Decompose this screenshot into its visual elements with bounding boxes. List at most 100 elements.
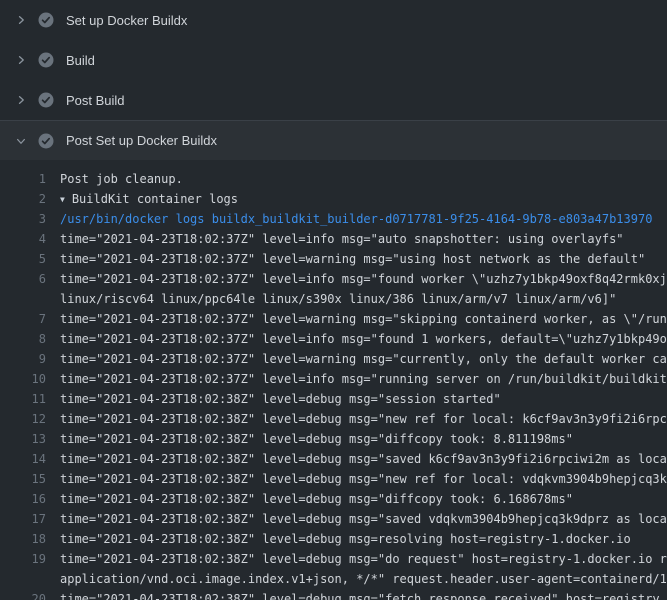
log-line-text: time="2021-04-23T18:02:38Z" level=debug … <box>60 489 573 509</box>
log-line-number[interactable]: 12 <box>0 409 46 429</box>
log-line-content: time="2021-04-23T18:02:37Z" level=info m… <box>60 272 667 286</box>
log-line: 18 time="2021-04-23T18:02:38Z" level=deb… <box>0 529 667 549</box>
log-line-number[interactable]: 6 <box>0 269 46 289</box>
log-line: 19 time="2021-04-23T18:02:38Z" level=deb… <box>0 549 667 569</box>
log-line: 17 time="2021-04-23T18:02:38Z" level=deb… <box>0 509 667 529</box>
log-line-text: /usr/bin/docker logs buildx_buildkit_bui… <box>60 209 652 229</box>
log-line-number[interactable]: 10 <box>0 369 46 389</box>
log-line: 11 time="2021-04-23T18:02:38Z" level=deb… <box>0 389 667 409</box>
log-line-content: time="2021-04-23T18:02:37Z" level=warnin… <box>60 352 667 366</box>
chevron-icon[interactable] <box>13 52 29 68</box>
log-line: 13 time="2021-04-23T18:02:38Z" level=deb… <box>0 429 667 449</box>
log-line-number[interactable]: 7 <box>0 309 46 329</box>
log-line-content: time="2021-04-23T18:02:38Z" level=debug … <box>60 472 667 486</box>
chevron-icon[interactable] <box>13 12 29 28</box>
log-line-number[interactable] <box>0 289 46 309</box>
log-line-number[interactable]: 16 <box>0 489 46 509</box>
log-line-text: Post job cleanup. <box>60 169 183 189</box>
check-circle-icon <box>38 52 54 68</box>
log-line-number[interactable]: 9 <box>0 349 46 369</box>
chevron-icon[interactable] <box>13 133 29 149</box>
log-line: 1 Post job cleanup. <box>0 169 667 189</box>
chevron-icon[interactable] <box>13 92 29 108</box>
log-line-text: time="2021-04-23T18:02:37Z" level=info m… <box>60 229 624 249</box>
log-line-number[interactable]: 4 <box>0 229 46 249</box>
group-caret-icon[interactable]: ▼ <box>60 195 65 204</box>
log-line-text: time="2021-04-23T18:02:38Z" level=debug … <box>60 469 667 489</box>
log-line-number[interactable]: 5 <box>0 249 46 269</box>
log-line-number[interactable]: 1 <box>0 169 46 189</box>
log-line-text: time="2021-04-23T18:02:38Z" level=debug … <box>60 509 667 529</box>
log-line-text: time="2021-04-23T18:02:38Z" level=debug … <box>60 409 667 429</box>
log-line-number[interactable]: 11 <box>0 389 46 409</box>
step-header-2[interactable]: Build <box>0 40 667 80</box>
log-line-content: time="2021-04-23T18:02:38Z" level=debug … <box>60 592 660 600</box>
log-line-content: application/vnd.oci.image.index.v1+json,… <box>60 572 667 586</box>
log-line: application/vnd.oci.image.index.v1+json,… <box>0 569 667 589</box>
log-line-text: time="2021-04-23T18:02:38Z" level=debug … <box>60 589 660 600</box>
log-line-number[interactable]: 8 <box>0 329 46 349</box>
step-title: Post Build <box>66 93 125 108</box>
log-line: 6 time="2021-04-23T18:02:37Z" level=info… <box>0 269 667 289</box>
log-line-number[interactable]: 19 <box>0 549 46 569</box>
log-line-content: time="2021-04-23T18:02:38Z" level=debug … <box>60 492 573 506</box>
step-header-1[interactable]: Set up Docker Buildx <box>0 0 667 40</box>
workflow-log-viewer: Set up Docker Buildx Build <box>0 0 667 600</box>
log-line-text: ▼ BuildKit container logs <box>60 189 238 209</box>
log-line-content: time="2021-04-23T18:02:38Z" level=debug … <box>60 552 667 566</box>
log-line-content: time="2021-04-23T18:02:38Z" level=debug … <box>60 532 631 546</box>
log-line-text: time="2021-04-23T18:02:38Z" level=debug … <box>60 529 631 549</box>
log-line: 5 time="2021-04-23T18:02:37Z" level=warn… <box>0 249 667 269</box>
log-line-text: time="2021-04-23T18:02:37Z" level=warnin… <box>60 349 667 369</box>
log-line-content: BuildKit container logs <box>72 192 238 206</box>
log-line-text: linux/riscv64 linux/ppc64le linux/s390x … <box>60 289 616 309</box>
log-line-content: time="2021-04-23T18:02:37Z" level=warnin… <box>60 252 645 266</box>
step-title: Build <box>66 53 95 68</box>
log-line-number[interactable]: 2 <box>0 189 46 209</box>
log-line-text: time="2021-04-23T18:02:37Z" level=warnin… <box>60 249 645 269</box>
log-line: 14 time="2021-04-23T18:02:38Z" level=deb… <box>0 449 667 469</box>
log-line-text: application/vnd.oci.image.index.v1+json,… <box>60 569 667 589</box>
check-circle-icon <box>38 92 54 108</box>
log-line: 3 /usr/bin/docker logs buildx_buildkit_b… <box>0 209 667 229</box>
log-line-content: time="2021-04-23T18:02:38Z" level=debug … <box>60 412 667 426</box>
log-line: 15 time="2021-04-23T18:02:38Z" level=deb… <box>0 469 667 489</box>
log-line-content: time="2021-04-23T18:02:37Z" level=info m… <box>60 372 667 386</box>
log-line: 7 time="2021-04-23T18:02:37Z" level=warn… <box>0 309 667 329</box>
log-line: 20 time="2021-04-23T18:02:38Z" level=deb… <box>0 589 667 600</box>
log-line-content: /usr/bin/docker logs buildx_buildkit_bui… <box>60 212 652 226</box>
log-line-text: time="2021-04-23T18:02:37Z" level=info m… <box>60 369 667 389</box>
log-line-text: time="2021-04-23T18:02:37Z" level=info m… <box>60 269 667 289</box>
step-header-4[interactable]: Post Set up Docker Buildx <box>0 120 667 160</box>
log-line: linux/riscv64 linux/ppc64le linux/s390x … <box>0 289 667 309</box>
step-header-3[interactable]: Post Build <box>0 80 667 120</box>
log-line-text: time="2021-04-23T18:02:38Z" level=debug … <box>60 449 667 469</box>
log-line-content: time="2021-04-23T18:02:38Z" level=debug … <box>60 392 501 406</box>
log-output: 1 Post job cleanup. 2 ▼ BuildKit containe… <box>0 160 667 600</box>
log-line-number[interactable]: 18 <box>0 529 46 549</box>
step-title: Post Set up Docker Buildx <box>66 133 217 148</box>
log-line-number[interactable]: 17 <box>0 509 46 529</box>
log-line: 9 time="2021-04-23T18:02:37Z" level=warn… <box>0 349 667 369</box>
log-line[interactable]: 2 ▼ BuildKit container logs <box>0 189 667 209</box>
check-circle-icon <box>38 12 54 28</box>
log-line-number[interactable] <box>0 569 46 589</box>
log-line-content: Post job cleanup. <box>60 172 183 186</box>
check-circle-icon <box>38 133 54 149</box>
log-line-text: time="2021-04-23T18:02:37Z" level=info m… <box>60 329 667 349</box>
log-line: 12 time="2021-04-23T18:02:38Z" level=deb… <box>0 409 667 429</box>
log-line-content: linux/riscv64 linux/ppc64le linux/s390x … <box>60 292 616 306</box>
log-line-number[interactable]: 13 <box>0 429 46 449</box>
log-line-number[interactable]: 15 <box>0 469 46 489</box>
step-title: Set up Docker Buildx <box>66 13 187 28</box>
log-line-content: time="2021-04-23T18:02:38Z" level=debug … <box>60 452 667 466</box>
log-line-content: time="2021-04-23T18:02:37Z" level=info m… <box>60 232 624 246</box>
log-line-number[interactable]: 20 <box>0 589 46 600</box>
log-line: 8 time="2021-04-23T18:02:37Z" level=info… <box>0 329 667 349</box>
log-line: 10 time="2021-04-23T18:02:37Z" level=inf… <box>0 369 667 389</box>
log-line-content: time="2021-04-23T18:02:38Z" level=debug … <box>60 512 667 526</box>
log-line-number[interactable]: 14 <box>0 449 46 469</box>
log-line-content: time="2021-04-23T18:02:37Z" level=info m… <box>60 332 667 346</box>
log-line: 16 time="2021-04-23T18:02:38Z" level=deb… <box>0 489 667 509</box>
log-line-number[interactable]: 3 <box>0 209 46 229</box>
